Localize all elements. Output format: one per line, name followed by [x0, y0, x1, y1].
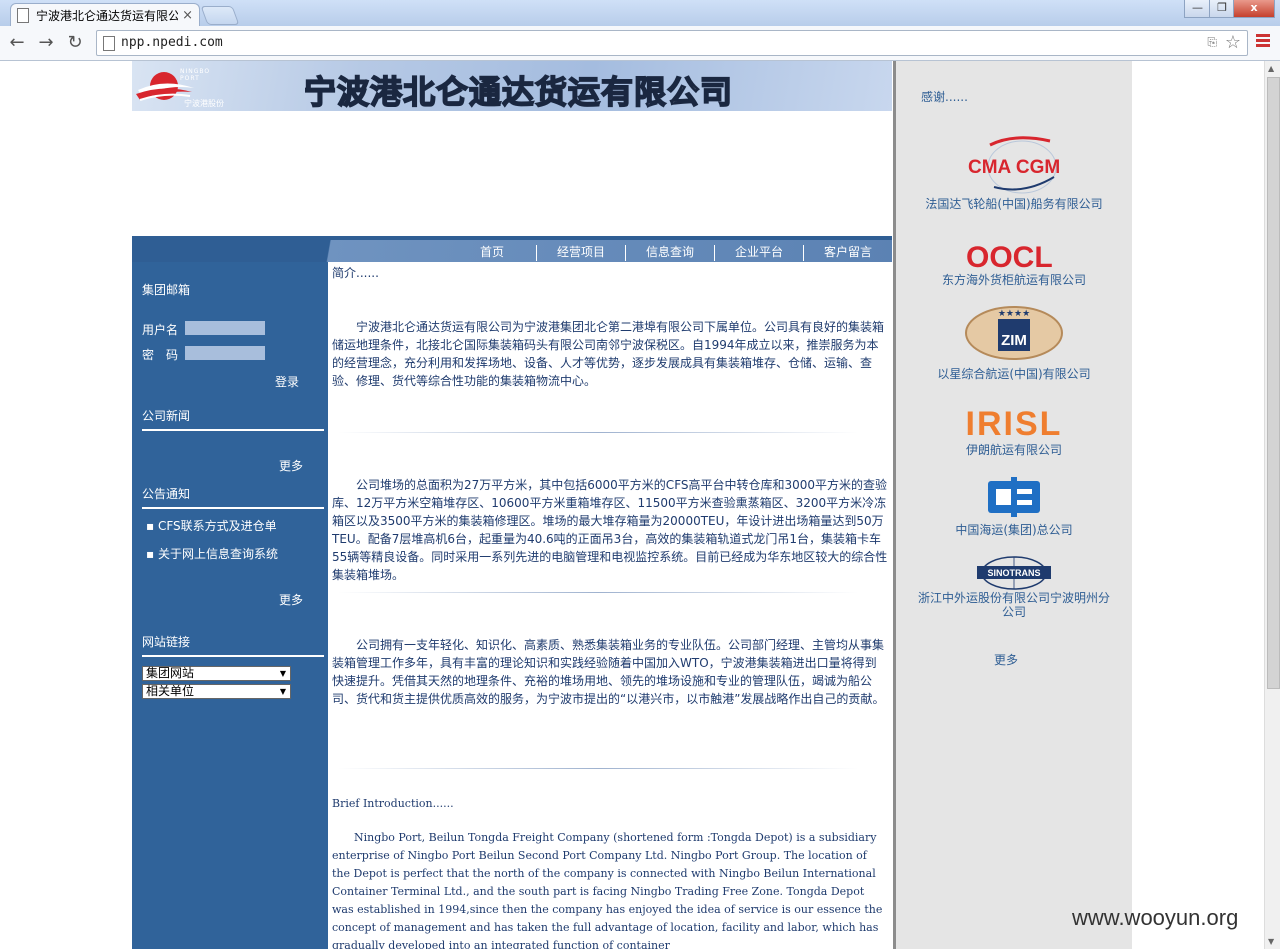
- restore-button[interactable]: ❐: [1209, 0, 1235, 18]
- group-sites-select[interactable]: 集团网站 ▼: [142, 666, 291, 681]
- partner-cma-cgm[interactable]: CMA CGM 法国达飞轮船(中国)船务有限公司: [916, 133, 1112, 211]
- news-title: 公司新闻: [142, 409, 191, 423]
- svg-text:SINOTRANS: SINOTRANS: [987, 568, 1040, 578]
- main-content: 简介...... 宁波港北仑通达货运有限公司为宁波港集团北仑第二港埠有限公司下属…: [328, 262, 892, 949]
- partner-sinotrans[interactable]: SINOTRANS 浙江中外运股份有限公司宁波明州分公司: [916, 555, 1112, 619]
- browser-tab[interactable]: 宁波港北仑通达货运有限公司 ×: [10, 3, 200, 26]
- nav-enterprise[interactable]: 企业平台: [714, 245, 803, 261]
- mail-title: 集团邮箱: [142, 283, 191, 297]
- nav-info-query[interactable]: 信息查询: [625, 245, 714, 261]
- partner-irisl[interactable]: IRISL 伊朗航运有限公司: [916, 399, 1112, 457]
- partner-oocl[interactable]: OOCL 东方海外货柜航运有限公司: [916, 235, 1112, 287]
- browser-toolbar: ← → ↻ npp.npedi.com ⎘ ☆: [0, 26, 1280, 61]
- scrollbar-thumb[interactable]: [1267, 77, 1280, 689]
- site-banner: NINGBO PORT 宁波港股份 宁波港北仑通达货运有限公司: [132, 61, 892, 112]
- page-icon: [103, 36, 115, 51]
- site-title: 宁波港北仑通达货运有限公司: [303, 72, 734, 112]
- svg-text:IRISL: IRISL: [966, 405, 1063, 443]
- left-sidebar: 集团邮箱 用户名 密 码 登录 公司新闻 更多 公告通知 ▪ CFS联系方式及进…: [132, 262, 328, 949]
- english-paragraph: Ningbo Port, Beilun Tongda Freight Compa…: [332, 831, 883, 949]
- tab-close-icon[interactable]: ×: [182, 8, 193, 23]
- links-title: 网站链接: [142, 635, 191, 649]
- divider: [142, 429, 324, 431]
- forward-arrow-icon[interactable]: →: [35, 32, 57, 54]
- main-nav: 首页 经营项目 信息查询 企业平台 客户留言: [132, 236, 892, 262]
- dropdown-arrow-icon: ▼: [279, 687, 286, 696]
- username-label: 用户名: [142, 323, 179, 337]
- partner-name[interactable]: 浙江中外运股份有限公司宁波明州分公司: [916, 591, 1112, 619]
- svg-text:★★★★: ★★★★: [998, 308, 1030, 318]
- web-page: NINGBO PORT 宁波港股份 宁波港北仑通达货运有限公司 首页 经营项目 …: [0, 61, 1264, 949]
- new-tab-button[interactable]: [200, 6, 240, 25]
- watermark: www.wooyun.org: [1072, 905, 1239, 930]
- intro-paragraph-2: 公司堆场的总面积为27万平方米，其中包括6000平方米的CFS高平台中转仓库和3…: [332, 478, 888, 582]
- partner-name[interactable]: 中国海运(集团)总公司: [916, 523, 1112, 537]
- menu-icon[interactable]: [1256, 34, 1270, 49]
- address-bar[interactable]: npp.npedi.com ⎘ ☆: [96, 30, 1248, 56]
- divider: [142, 507, 324, 509]
- notice-title: 公告通知: [142, 487, 191, 501]
- password-input[interactable]: [185, 346, 265, 360]
- divider: [142, 655, 324, 657]
- tab-title: 宁波港北仑通达货运有限公司: [36, 8, 179, 23]
- partner-name[interactable]: 以星综合航运(中国)有限公司: [916, 367, 1112, 381]
- partner-zim[interactable]: ★★★★ ZIM 以星综合航运(中国)有限公司: [916, 303, 1112, 381]
- partners-more-link[interactable]: 更多: [994, 651, 1018, 668]
- notice-item[interactable]: ▪ CFS联系方式及进仓单: [146, 517, 277, 534]
- partner-name[interactable]: 伊朗航运有限公司: [916, 443, 1112, 457]
- partners-column: 感谢...... CMA CGM 法国达飞轮船(中国)船务有限公司 OOCL 东…: [896, 61, 1132, 949]
- username-input[interactable]: [185, 321, 265, 335]
- nav-business[interactable]: 经营项目: [536, 245, 625, 261]
- browser-title-bar: 宁波港北仑通达货运有限公司 × — ❐ x: [0, 0, 1280, 26]
- password-label: 密 码: [142, 348, 179, 362]
- partner-name[interactable]: 法国达飞轮船(中国)船务有限公司: [916, 197, 1112, 211]
- divider: [338, 432, 858, 433]
- news-more-link[interactable]: 更多: [279, 457, 303, 474]
- notice-more-link[interactable]: 更多: [279, 591, 303, 608]
- svg-text:ZIM: ZIM: [1001, 332, 1027, 349]
- svg-text:CMA CGM: CMA CGM: [968, 157, 1060, 178]
- scroll-up-arrow-icon[interactable]: ▲: [1268, 64, 1274, 73]
- partner-name[interactable]: 东方海外货柜航运有限公司: [916, 273, 1112, 287]
- translate-icon[interactable]: ⎘: [1207, 35, 1217, 50]
- scroll-down-arrow-icon[interactable]: ▼: [1268, 937, 1274, 946]
- partner-china-shipping[interactable]: 中国海运(集团)总公司: [916, 477, 1112, 537]
- intro-paragraph-3: 公司拥有一支年轻化、知识化、高素质、熟悉集装箱业务的专业队伍。公司部门经理、主管…: [332, 638, 885, 706]
- intro-heading: 简介......: [332, 266, 379, 280]
- reload-icon[interactable]: ↻: [64, 32, 86, 54]
- login-button[interactable]: 登录: [275, 373, 299, 390]
- nav-messages[interactable]: 客户留言: [803, 245, 892, 261]
- bookmark-star-icon[interactable]: ☆: [1225, 32, 1241, 53]
- url-text[interactable]: npp.npedi.com: [121, 35, 223, 50]
- minimize-button[interactable]: —: [1184, 0, 1211, 18]
- nav-home[interactable]: 首页: [448, 245, 536, 261]
- divider: [338, 768, 858, 769]
- notice-item[interactable]: ▪ 关于网上信息查询系统: [146, 545, 278, 562]
- back-arrow-icon[interactable]: ←: [6, 32, 28, 54]
- thanks-heading: 感谢......: [921, 90, 968, 104]
- china-shipping-logo-icon: [988, 477, 1040, 517]
- dropdown-arrow-icon: ▼: [279, 669, 286, 678]
- close-window-button[interactable]: x: [1233, 0, 1275, 18]
- related-units-select[interactable]: 相关单位 ▼: [142, 684, 291, 699]
- intro-paragraph-1: 宁波港北仑通达货运有限公司为宁波港集团北仑第二港埠有限公司下属单位。公司具有良好…: [332, 320, 885, 388]
- english-heading: Brief Introduction......: [332, 797, 454, 810]
- page-icon: [17, 7, 29, 23]
- ningbo-port-logo: NINGBO PORT 宁波港股份: [134, 64, 230, 108]
- divider: [338, 592, 858, 593]
- svg-text:OOCL: OOCL: [966, 241, 1053, 273]
- vertical-scrollbar[interactable]: ▲ ▼: [1264, 61, 1280, 949]
